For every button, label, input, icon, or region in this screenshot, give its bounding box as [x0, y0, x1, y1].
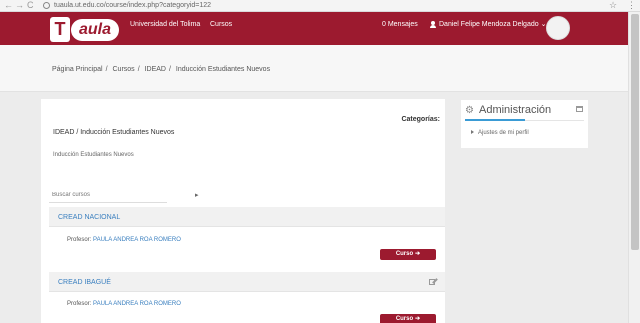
title-underline [465, 119, 525, 121]
admin-item-profile-settings[interactable]: Ajustes de mi perfil [471, 129, 529, 137]
info-icon[interactable] [43, 2, 50, 9]
caret-right-icon [471, 130, 474, 134]
category-description: Inducción Estudiantes Nuevos [53, 152, 134, 158]
main-content: Categorías: IDEAD / Inducción Estudiante… [41, 99, 445, 323]
course-name-link[interactable]: CREAD NACIONAL [58, 213, 120, 222]
breadcrumb-current: Inducción Estudiantes Nuevos [175, 66, 271, 73]
messages-link[interactable]: 0 Mensajes [382, 20, 418, 29]
gear-icon: ⚙ [465, 105, 474, 116]
nav-courses-link[interactable]: Cursos [210, 20, 232, 29]
page-header: Página Principal / Cursos / IDEAD / Inducci… [0, 45, 628, 92]
page-scrollbar[interactable] [628, 12, 640, 323]
admin-title: Administración [479, 104, 552, 116]
nav-university-link[interactable]: Universidad del Tolima [130, 20, 200, 29]
course-name-link[interactable]: CREAD IBAGUÉ [58, 278, 111, 287]
arrow-right-icon: ➔ [415, 251, 421, 257]
course-button-label: Curso [395, 316, 414, 322]
user-menu[interactable]: Daniel Felipe Mendoza Delgado ⌄ [439, 20, 546, 29]
category-title: IDEAD / Inducción Estudiantes Nuevos [53, 129, 175, 136]
address-bar[interactable]: tuaula.ut.edu.co/course/index.php?catego… [54, 1, 211, 11]
teacher-link[interactable]: PAULA ANDREA ROA ROMERO [93, 301, 181, 307]
admin-item-label: Ajustes de mi perfil [478, 130, 529, 136]
course-teacher: Profesor: PAULA ANDREA ROA ROMERO [67, 236, 181, 244]
avatar[interactable] [546, 16, 570, 40]
reload-icon[interactable]: C [27, 0, 34, 11]
course-button[interactable]: Curso ➔ [380, 314, 436, 323]
course-header: CREAD IBAGUÉ [49, 272, 445, 292]
breadcrumb-separator: / [105, 66, 108, 73]
breadcrumb-home[interactable]: Página Principal [52, 66, 103, 73]
arrow-right-icon: ➔ [415, 316, 421, 322]
breadcrumb-idead[interactable]: IDEAD [145, 66, 166, 73]
site-header: T aula Universidad del Tolima Cursos 0 M… [0, 12, 628, 45]
course-header: CREAD NACIONAL [49, 207, 445, 227]
breadcrumb-courses[interactable]: Cursos [113, 66, 135, 73]
breadcrumb: Página Principal / Cursos / IDEAD / Inducci… [52, 65, 273, 74]
search-go-button[interactable]: ▸ [195, 191, 199, 200]
user-name: Daniel Felipe Mendoza Delgado [439, 21, 539, 28]
course-teacher: Profesor: PAULA ANDREA ROA ROMERO [67, 300, 181, 308]
forward-icon[interactable]: → [15, 0, 24, 11]
edit-icon[interactable] [429, 277, 438, 286]
dock-block-icon[interactable] [576, 106, 583, 112]
user-icon [430, 21, 436, 28]
admin-block: ⚙ Administración Ajustes de mi perfil [461, 100, 588, 148]
browser-toolbar: ← → C tuaula.ut.edu.co/course/index.php?… [0, 0, 640, 12]
bookmark-star-icon[interactable]: ☆ [609, 0, 617, 11]
search-courses-input[interactable] [49, 188, 167, 203]
back-icon[interactable]: ← [4, 0, 13, 11]
logo-text: aula [71, 19, 119, 41]
tuaula-logo[interactable]: T aula [50, 17, 120, 42]
breadcrumb-separator: / [137, 66, 140, 73]
teacher-link[interactable]: PAULA ANDREA ROA ROMERO [93, 237, 181, 243]
teacher-label: Profesor: [67, 237, 94, 243]
breadcrumb-separator: / [169, 66, 171, 73]
course-button-label: Curso [395, 251, 414, 257]
logo-mark: T [50, 17, 70, 42]
browser-menu-icon[interactable]: ⋮ [627, 0, 636, 11]
categories-label: Categorías: [401, 116, 440, 123]
course-button[interactable]: Curso ➔ [380, 249, 436, 260]
scrollbar-thumb[interactable] [631, 14, 639, 250]
teacher-label: Profesor: [67, 301, 94, 307]
